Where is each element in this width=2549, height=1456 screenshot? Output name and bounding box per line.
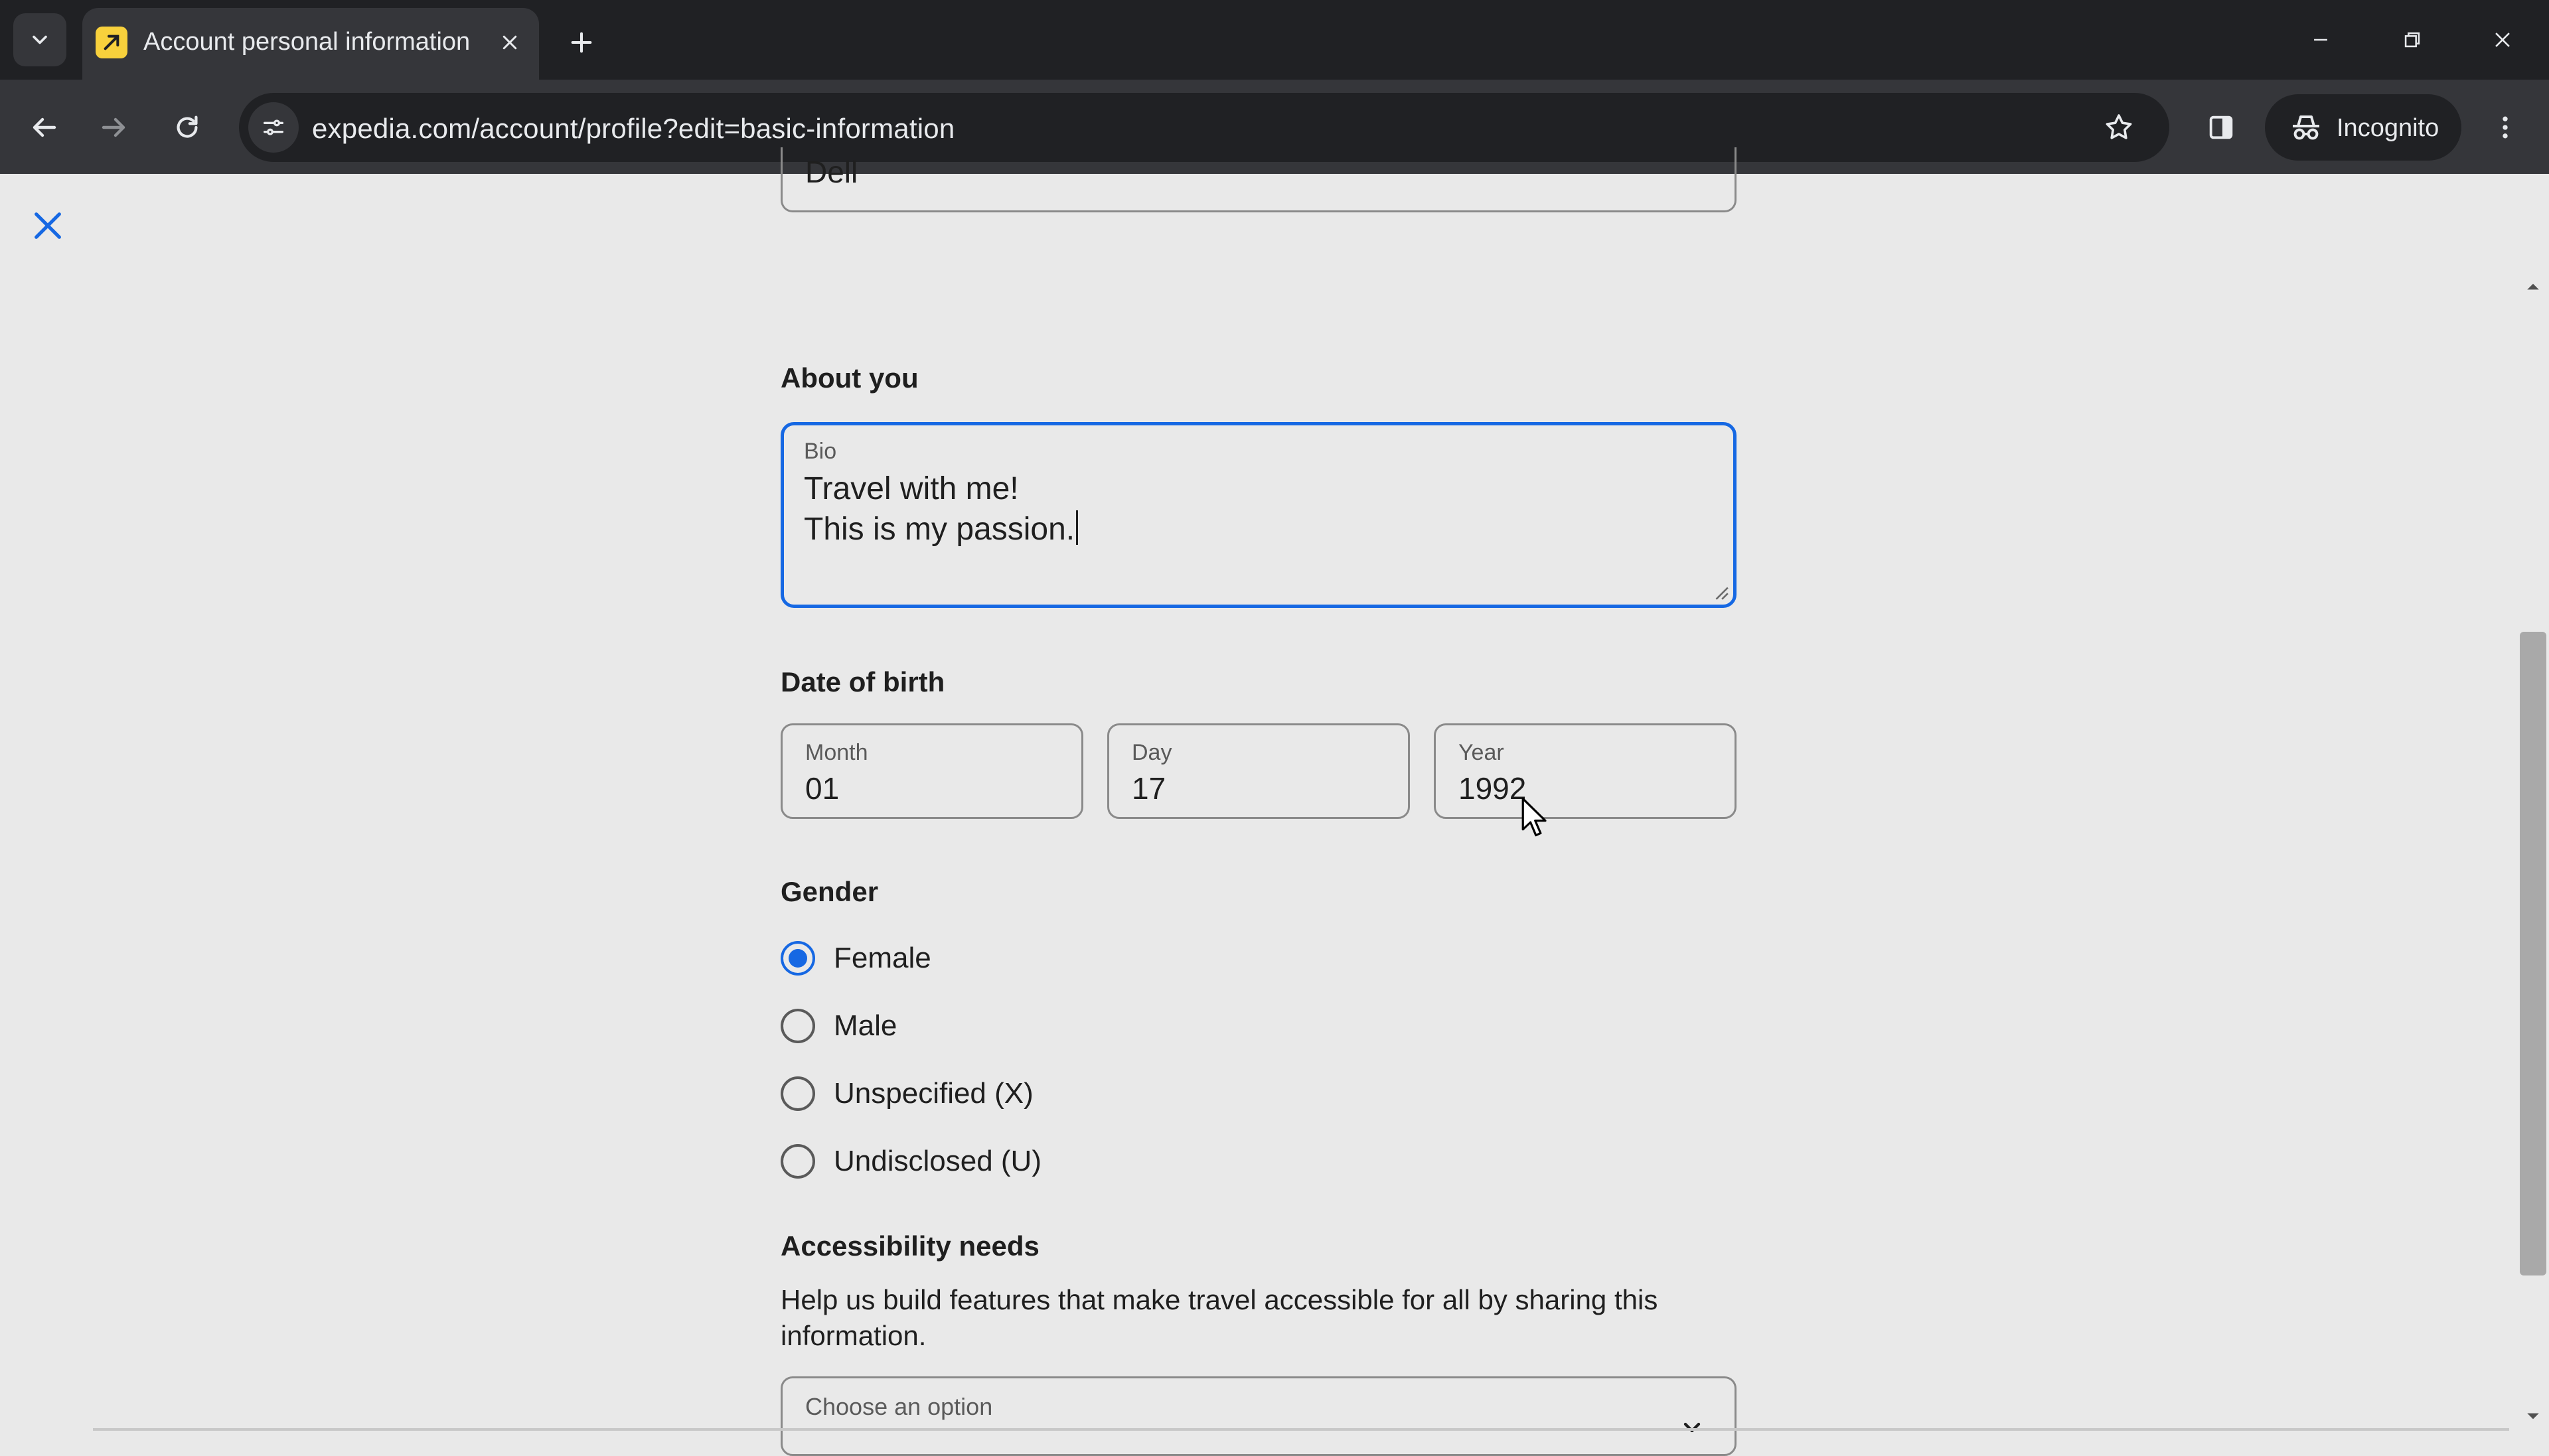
chevron-down-icon — [33, 35, 47, 44]
gender-option-undisclosed[interactable]: Undisclosed (U) — [781, 1135, 1042, 1188]
side-panel-button[interactable] — [2197, 104, 2245, 151]
close-dialog-button[interactable] — [24, 202, 72, 250]
radio-unspecified[interactable] — [781, 1076, 815, 1111]
dob-month-field[interactable]: Month 01 — [781, 723, 1083, 819]
tab-strip: Account personal information — [0, 0, 2549, 80]
arrow-right-icon — [102, 117, 125, 137]
expedia-logo-icon — [96, 27, 127, 58]
arrow-left-icon — [33, 117, 56, 137]
tab-search-button[interactable] — [13, 13, 66, 66]
kebab-menu-icon — [2503, 116, 2508, 139]
bio-line-1: Travel with me! — [804, 471, 1019, 506]
close-icon — [35, 212, 61, 239]
star-icon — [2106, 114, 2132, 139]
browser-menu-button[interactable] — [2481, 104, 2529, 151]
triangle-down-icon — [2527, 1413, 2539, 1420]
dob-year-field[interactable]: Year 1992 — [1434, 723, 1737, 819]
scroll-down-button[interactable] — [2525, 1408, 2541, 1424]
incognito-indicator[interactable]: Incognito — [2265, 94, 2461, 161]
bottom-divider — [93, 1428, 2509, 1431]
side-panel-icon — [2209, 115, 2233, 139]
accessibility-heading: Accessibility needs — [781, 1230, 1040, 1262]
window-close-button[interactable] — [2476, 16, 2529, 64]
select-label: Choose an option — [805, 1393, 993, 1420]
active-tab[interactable]: Account personal information — [82, 8, 539, 80]
month-value: 01 — [805, 771, 840, 806]
radio-undisclosed[interactable] — [781, 1144, 815, 1179]
back-button[interactable] — [20, 104, 68, 151]
profile-edit-page: Dell About you Bio Travel with me! This … — [0, 147, 2549, 1456]
restore-button[interactable] — [2386, 16, 2439, 64]
bio-textarea[interactable]: Bio Travel with me! This is my passion. — [781, 422, 1737, 608]
minimize-icon — [2314, 38, 2327, 41]
radio-label: Unspecified (X) — [834, 1077, 1034, 1110]
incognito-label: Incognito — [2337, 114, 2439, 142]
minimize-button[interactable] — [2294, 16, 2347, 64]
radio-label: Undisclosed (U) — [834, 1145, 1042, 1177]
scroll-up-button[interactable] — [2525, 279, 2541, 295]
plus-icon — [571, 32, 592, 53]
forward-button[interactable] — [90, 104, 138, 151]
tune-icon — [264, 119, 283, 135]
url-text[interactable]: expedia.com/account/profile?edit=basic-i… — [312, 113, 955, 145]
year-value: 1992 — [1458, 771, 1527, 806]
site-info-button[interactable] — [248, 102, 299, 153]
dob-day-field[interactable]: Day 17 — [1107, 723, 1410, 819]
scrollbar-thumb[interactable] — [2520, 632, 2546, 1275]
reload-icon — [177, 115, 198, 138]
restore-icon — [2404, 32, 2420, 48]
radio-label: Female — [834, 942, 931, 974]
month-label: Month — [805, 740, 868, 765]
radio-female[interactable] — [781, 941, 815, 976]
gender-option-male[interactable]: Male — [781, 999, 897, 1053]
chevron-down-icon — [1683, 1422, 1701, 1433]
last-name-field[interactable]: Dell — [781, 147, 1737, 212]
day-value: 17 — [1132, 771, 1166, 806]
new-tab-button[interactable] — [560, 21, 603, 64]
gender-heading: Gender — [781, 876, 879, 907]
accessibility-select[interactable]: Choose an option — [781, 1376, 1737, 1456]
bookmark-button[interactable] — [2098, 106, 2140, 149]
mouse-cursor-icon — [1521, 797, 1547, 837]
accessibility-description: Help us build features that make travel … — [781, 1284, 1658, 1351]
incognito-icon — [2293, 115, 2319, 140]
gender-option-unspecified[interactable]: Unspecified (X) — [781, 1067, 1034, 1120]
resize-handle-icon[interactable] — [1712, 583, 1729, 601]
dob-heading: Date of birth — [781, 666, 945, 697]
tab-close-button[interactable] — [493, 25, 527, 60]
bio-line-2: This is my passion. — [804, 510, 1079, 547]
triangle-up-icon — [2527, 283, 2539, 290]
close-icon — [502, 35, 517, 50]
tab-title: Account personal information — [143, 28, 471, 56]
radio-label: Male — [834, 1009, 897, 1042]
day-label: Day — [1132, 740, 1172, 765]
last-name-value: Dell — [805, 155, 858, 189]
year-label: Year — [1458, 740, 1504, 765]
radio-male[interactable] — [781, 1009, 815, 1043]
about-you-heading: About you — [781, 362, 919, 394]
close-icon — [2495, 33, 2510, 47]
reload-button[interactable] — [163, 104, 211, 151]
bio-label: Bio — [804, 439, 837, 464]
gender-option-female[interactable]: Female — [781, 932, 931, 985]
text-caret — [1076, 510, 1079, 545]
